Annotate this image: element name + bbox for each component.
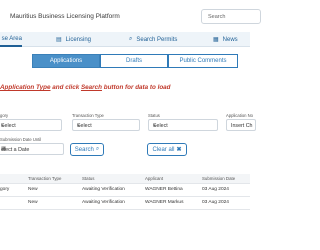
search-button[interactable]: Search ⌕ [70,143,104,156]
nav-item-label: News [222,36,238,43]
column-header-transaction-type[interactable]: Transaction Type [28,176,61,181]
clear-all-button[interactable]: Clear all ✖ [147,143,187,156]
application-no-input[interactable]: Insert Ch [226,119,256,131]
nav-item-news[interactable]: ▦ News [213,32,238,47]
chevron-down-icon: ▾ [77,123,80,128]
instruction-mid: and click [50,84,81,91]
table-cell-applicant[interactable]: WAGNER Bettina [145,187,183,192]
submission-date-input[interactable]: elect a Date ▦ [0,143,64,155]
nav-item-licensing[interactable]: ▤ Licensing [56,32,91,47]
nav-item-search-permits[interactable]: ⌕ Search Permits [129,32,177,47]
submission-date-label: Submission Date Until [0,137,42,142]
transaction-type-select[interactable]: Select ▾ [72,119,140,131]
clear-all-button-label: Clear all [152,146,175,153]
table-cell-type: New [28,187,38,192]
calendar-icon[interactable]: ▦ [1,146,60,152]
table-cell-applicant[interactable]: WAGNER Markus [145,200,183,205]
table-cell-status: Awaiting Verification [82,200,125,205]
chevron-down-icon: ▾ [153,123,156,128]
main-nav: ⌂ se Area ▤ Licensing ⌕ Search Permits ▦… [0,32,250,47]
nav-item-label: Licensing [65,36,92,43]
column-header-status[interactable]: Status [82,176,94,181]
tab-public-comments[interactable]: Public Comments [168,54,238,68]
global-search-placeholder: Search [208,14,226,20]
table-cell-date: 03 Aug 2024 [202,200,229,205]
top-bar: Mauritius Business Licensing Platform Se… [0,0,261,32]
chevron-down-icon: ▾ [1,123,4,128]
category-select[interactable]: Select ▾ [0,119,62,131]
global-search-input[interactable]: Search [201,9,261,24]
nav-item-user-area[interactable]: ⌂ se Area [0,32,22,47]
instruction-end: button for data to load [101,84,171,91]
tab-drafts[interactable]: Drafts [100,54,168,68]
nav-item-label: Search Permits [136,36,178,43]
application-no-label: Application No [226,113,254,118]
instruction-search: Search [80,84,102,91]
table-cell-date: 03 Aug 2024 [202,187,229,192]
application-no-placeholder: Insert Ch [231,123,253,129]
row-divider [0,196,250,197]
tab-applications[interactable]: Applications [32,54,100,68]
search-button-label: Search [74,146,94,153]
row-divider [0,183,250,184]
close-icon: ✖ [176,147,182,153]
row-divider [0,209,250,210]
status-label: Status [148,113,160,118]
column-header-submission-date[interactable]: Submission Date [202,176,235,181]
transaction-type-label: Transaction Type [72,113,104,118]
column-header-applicant[interactable]: Applicant [145,176,163,181]
table-cell-category: gory [0,187,10,192]
newspaper-icon: ▦ [213,37,219,43]
category-label: gory [0,113,9,118]
status-select[interactable]: Select ▾ [148,119,218,131]
table-cell-type: New [28,200,38,205]
app-title: Mauritius Business Licensing Platform [10,13,120,20]
search-icon: ⌕ [129,36,133,42]
instruction-application-type: Application Type [0,84,51,91]
search-icon: ⌕ [95,146,100,152]
table-cell-status: Awaiting Verification [82,187,125,192]
nav-item-label: se Area [1,35,22,42]
instruction-text: Application Type and click Search button… [0,84,171,91]
document-icon: ▤ [56,37,62,43]
